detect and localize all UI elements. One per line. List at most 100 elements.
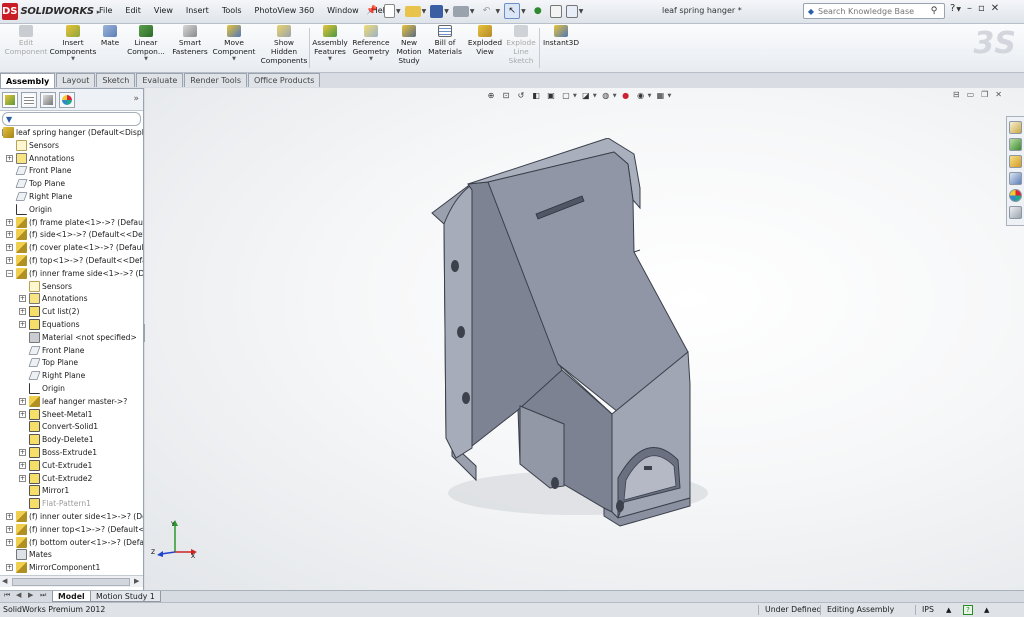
scroll-right-icon[interactable]: ▶ <box>134 577 139 585</box>
edit-component-button[interactable]: Edit Component <box>5 25 47 71</box>
appearances-scenes-icon[interactable] <box>1009 189 1022 202</box>
exploded-view-button[interactable]: Exploded View <box>466 25 504 71</box>
reference-geometry-dropdown-icon[interactable]: ▼ <box>369 56 373 62</box>
expand-icon[interactable]: + <box>19 449 26 456</box>
options-dropdown-icon[interactable]: ▼ <box>579 8 584 15</box>
configuration-manager-tab-icon[interactable] <box>40 92 56 108</box>
search-icon[interactable]: ⚲ <box>924 6 944 16</box>
tab-layout[interactable]: Layout <box>56 73 96 87</box>
view-orientation-icon[interactable]: ▢ <box>560 90 572 102</box>
tree-item[interactable]: + (f) side<1>->? (Default<<Defau <box>0 229 143 241</box>
apply-scene-dropdown-icon[interactable]: ▼ <box>648 93 652 99</box>
tree-item[interactable]: Sensors <box>0 280 143 293</box>
menu-edit[interactable]: Edit <box>124 5 142 16</box>
smart-fasteners-button[interactable]: Smart Fasteners <box>170 25 210 71</box>
expand-icon[interactable]: + <box>6 525 13 533</box>
file-explorer-icon[interactable] <box>1009 155 1022 168</box>
move-component-dropdown-icon[interactable]: ▼ <box>232 56 236 62</box>
feature-manager-tab-icon[interactable] <box>2 92 18 108</box>
tab-model[interactable]: Model <box>52 591 91 602</box>
rebuild-icon[interactable]: ● <box>530 3 546 19</box>
tree-item[interactable]: Material <not specified> <box>0 331 143 344</box>
open-dropdown-icon[interactable]: ▼ <box>422 8 427 15</box>
explode-line-sketch-button[interactable]: Explode Line Sketch <box>504 25 538 71</box>
linear-pattern-dropdown-icon[interactable]: ▼ <box>144 56 148 62</box>
next-tab-icon[interactable]: ▶ <box>28 591 33 599</box>
expand-icon[interactable]: + <box>19 474 26 482</box>
expand-icon[interactable]: + <box>19 397 26 405</box>
expand-icon[interactable]: + <box>6 257 13 264</box>
solidworks-logo[interactable]: DS SOLIDWORKS ▸ <box>2 3 100 20</box>
prev-tab-icon[interactable]: ◀ <box>16 591 21 599</box>
save-dropdown-icon[interactable]: ▼ <box>444 8 449 15</box>
print-icon[interactable] <box>452 5 469 17</box>
assembly-features-button[interactable]: Assembly Features ▼ <box>311 25 349 71</box>
tree-item[interactable]: + Annotations <box>0 152 143 165</box>
menu-view[interactable]: View <box>153 5 174 16</box>
status-units[interactable]: IPS <box>922 603 934 617</box>
minimize-icon[interactable]: – <box>967 3 972 14</box>
insert-components-button[interactable]: Insert Components ▼ <box>50 25 96 71</box>
viewport-minimize-icon[interactable]: ▭ <box>967 90 975 99</box>
show-hidden-components-button[interactable]: Show Hidden Components <box>260 25 308 71</box>
save-icon[interactable] <box>430 4 444 18</box>
tab-evaluate[interactable]: Evaluate <box>136 73 184 87</box>
expand-icon[interactable]: + <box>6 154 13 162</box>
tree-item[interactable]: Right Plane <box>0 370 143 382</box>
solidworks-resources-icon[interactable] <box>1009 121 1022 134</box>
tree-item[interactable]: Top Plane <box>0 178 143 190</box>
search-input[interactable] <box>818 6 924 16</box>
restore-icon[interactable]: ▫ <box>978 3 985 14</box>
hide-show-items-icon[interactable]: ◍ <box>600 90 612 102</box>
collapse-icon[interactable]: − <box>6 269 13 277</box>
menu-window[interactable]: Window <box>326 5 360 16</box>
tab-assembly[interactable]: Assembly <box>0 73 56 88</box>
last-tab-icon[interactable]: ⏭ <box>40 591 46 600</box>
tab-sketch[interactable]: Sketch <box>96 73 136 87</box>
open-folder-icon[interactable] <box>404 5 421 17</box>
display-style-icon[interactable]: ◪ <box>580 90 592 102</box>
view-orientation-dropdown-icon[interactable]: ▼ <box>573 93 577 99</box>
new-motion-study-button[interactable]: New Motion Study <box>394 25 424 71</box>
tree-item[interactable]: + (f) inner top<1>->? (Default<<I <box>0 523 143 536</box>
previous-view-icon[interactable]: ↺ <box>515 90 527 102</box>
view-settings-dropdown-icon[interactable]: ▼ <box>667 93 671 99</box>
tab-office-products[interactable]: Office Products <box>248 73 321 87</box>
tree-item[interactable]: + (f) cover plate<1>->? (Default<< <box>0 242 143 254</box>
expand-icon[interactable]: + <box>6 218 13 226</box>
edit-appearance-icon[interactable]: ● <box>620 90 632 102</box>
print-dropdown-icon[interactable]: ▼ <box>470 8 475 15</box>
help-icon[interactable]: ? <box>950 3 955 14</box>
display-manager-tab-icon[interactable] <box>59 92 75 108</box>
menu-photoview[interactable]: PhotoView 360 <box>254 5 316 16</box>
tab-motion-study-1[interactable]: Motion Study 1 <box>90 591 161 602</box>
units-menu-icon[interactable]: ▲ <box>946 603 951 617</box>
first-tab-icon[interactable]: ⏮ <box>4 591 10 600</box>
insert-components-dropdown-icon[interactable]: ▼ <box>71 56 75 62</box>
dynamic-annotation-icon[interactable]: ▣ <box>545 90 557 102</box>
expand-icon[interactable]: + <box>19 410 26 418</box>
feature-tree-scrollbar[interactable]: ◀ ▶ <box>0 575 143 587</box>
view-settings-icon[interactable]: ▦ <box>654 90 666 102</box>
instant3d-button[interactable]: Instant3D <box>541 25 581 71</box>
help-dropdown-icon[interactable]: ▼ <box>956 6 961 14</box>
tree-item[interactable]: + Cut-Extrude1 <box>0 459 143 472</box>
tree-item[interactable]: + (f) top<1>->? (Default<<Defaul <box>0 255 143 267</box>
assembly-features-dropdown-icon[interactable]: ▼ <box>328 56 332 62</box>
tree-item[interactable]: Front Plane <box>0 345 143 357</box>
tree-item[interactable]: + Equations <box>0 319 143 331</box>
menu-file[interactable]: File <box>98 5 113 16</box>
expand-icon[interactable]: + <box>19 308 26 316</box>
menu-tools[interactable]: Tools <box>221 5 243 16</box>
design-library-icon[interactable] <box>1009 138 1022 151</box>
expand-icon[interactable]: + <box>6 244 13 252</box>
bill-of-materials-button[interactable]: Bill of Materials <box>426 25 464 71</box>
expand-icon[interactable]: + <box>6 513 13 520</box>
tree-item[interactable]: Right Plane <box>0 191 143 203</box>
mate-button[interactable]: Mate <box>98 25 122 71</box>
tree-item[interactable]: Origin <box>0 383 143 395</box>
tree-item[interactable]: + Boss-Extrude1 <box>0 447 143 459</box>
select-icon[interactable]: ↖ <box>504 3 521 19</box>
leaf-spring-hanger-model[interactable] <box>428 138 748 578</box>
new-document-icon[interactable] <box>384 4 395 18</box>
